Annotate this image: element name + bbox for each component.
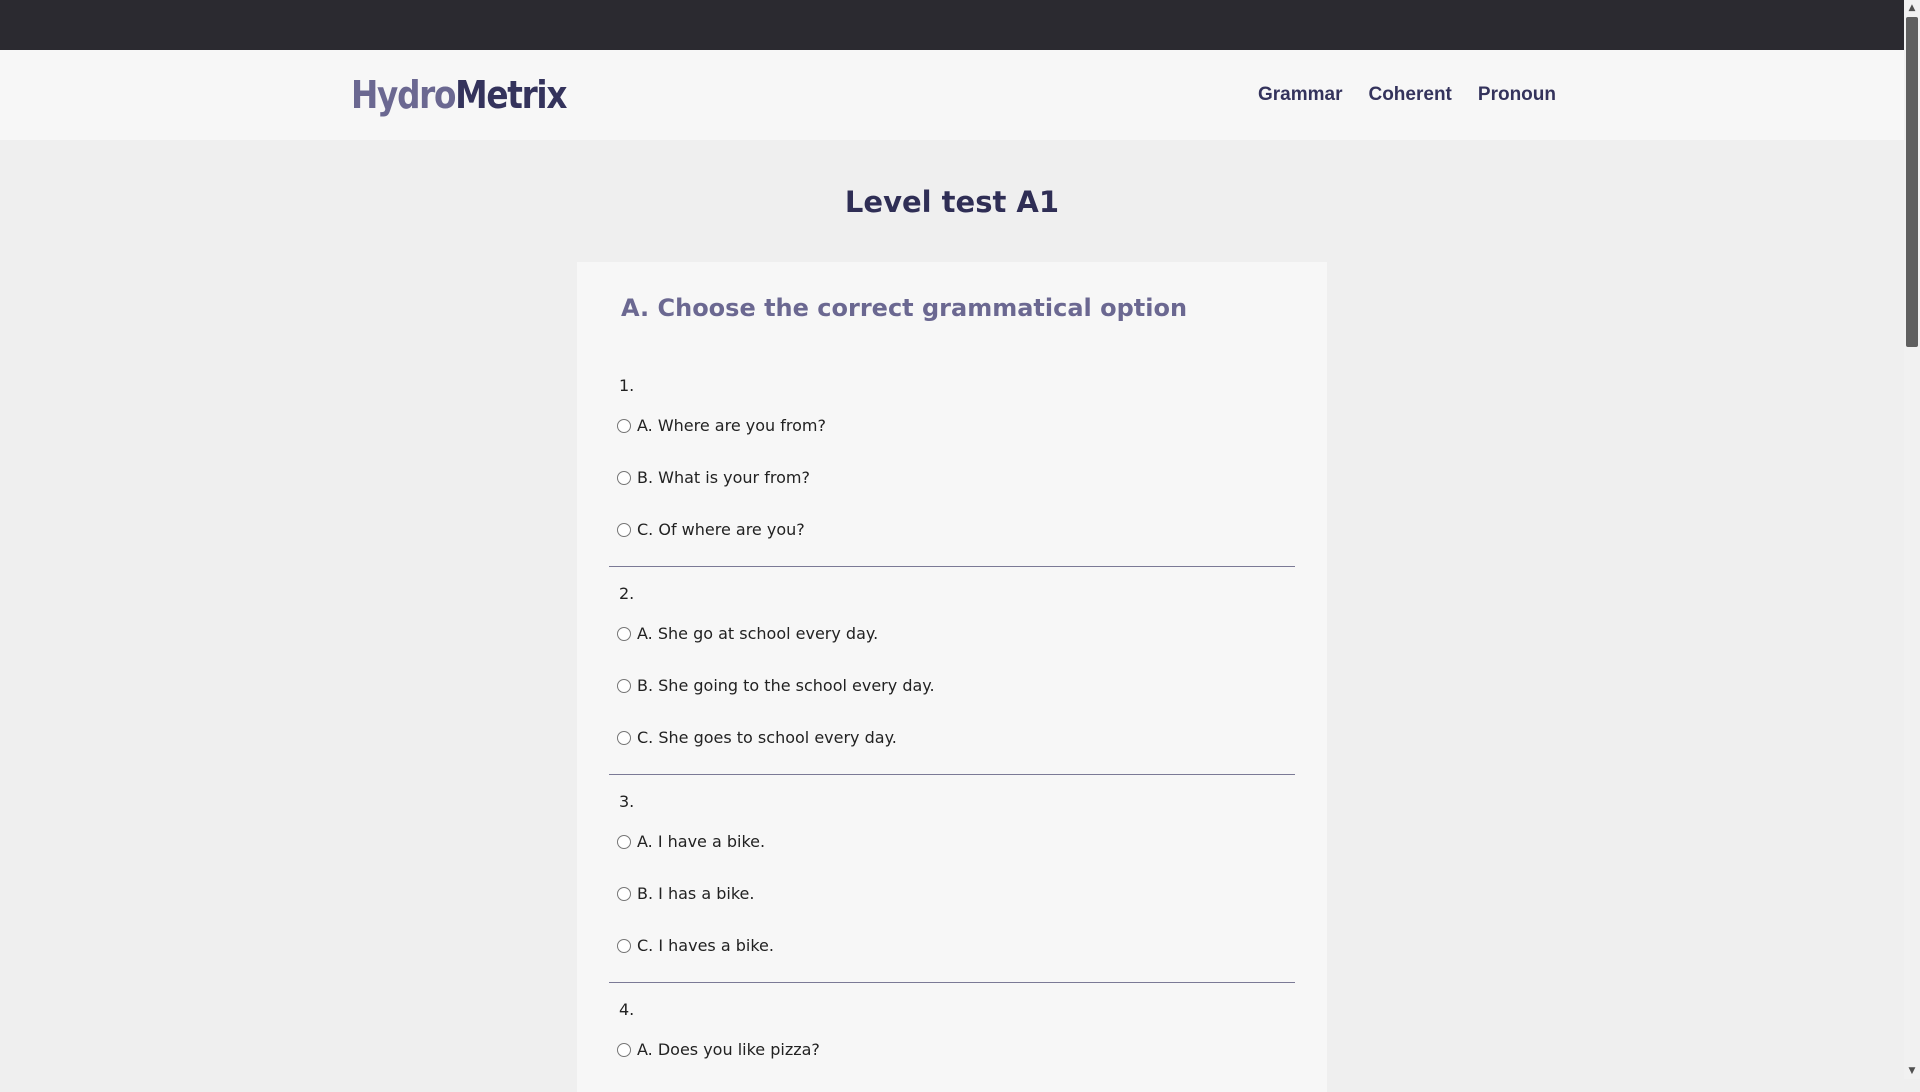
question-divider (609, 566, 1295, 567)
question-1-option-b[interactable]: B. What is your from? (617, 468, 810, 487)
radio-button[interactable] (617, 938, 631, 953)
brand-logo-part1: Hydro (351, 73, 456, 117)
question-1-option-c[interactable]: C. Of where are you? (617, 520, 805, 539)
question-divider (609, 982, 1295, 983)
quiz-card: A. Choose the correct grammatical option… (577, 262, 1327, 1092)
page-scrollbar[interactable]: ▲ ▼ (1904, 0, 1920, 1079)
radio-button[interactable] (617, 626, 631, 641)
question-number: 4. (619, 1000, 635, 1019)
question-2-option-b[interactable]: B. She going to the school every day. (617, 676, 935, 695)
question-4-option-a[interactable]: A. Does you like pizza? (617, 1040, 820, 1059)
nav-item-pronoun[interactable]: Pronoun (1478, 84, 1556, 106)
radio-button[interactable] (617, 470, 631, 485)
option-label: B. I has a bike. (637, 884, 755, 903)
site-header: HydroMetrix Grammar Coherent Pronoun (0, 50, 1904, 140)
question-2-option-c[interactable]: C. She goes to school every day. (617, 728, 897, 747)
option-label: A. Does you like pizza? (637, 1040, 820, 1059)
option-label: C. Of where are you? (637, 520, 805, 539)
radio-button[interactable] (617, 678, 631, 693)
radio-button[interactable] (617, 834, 631, 849)
question-1-option-a[interactable]: A. Where are you from? (617, 416, 826, 435)
brand-logo[interactable]: HydroMetrix (351, 72, 567, 118)
nav-item-grammar[interactable]: Grammar (1258, 84, 1343, 106)
question-number: 2. (619, 584, 635, 603)
scroll-down-arrow-icon[interactable]: ▼ (1904, 1063, 1920, 1079)
question-number: 3. (619, 792, 635, 811)
scrollbar-thumb[interactable] (1906, 17, 1918, 347)
option-label: A. She go at school every day. (637, 624, 879, 643)
nav-item-coherent[interactable]: Coherent (1368, 84, 1451, 106)
option-label: C. I haves a bike. (637, 936, 774, 955)
option-label: B. She going to the school every day. (637, 676, 935, 695)
question-3-option-b[interactable]: B. I has a bike. (617, 884, 754, 903)
option-label: C. She goes to school every day. (637, 728, 897, 747)
option-label: B. What is your from? (637, 468, 810, 487)
question-2-option-a[interactable]: A. She go at school every day. (617, 624, 878, 643)
section-title: A. Choose the correct grammatical option (621, 294, 1188, 322)
question-3-option-c[interactable]: C. I haves a bike. (617, 936, 774, 955)
radio-button[interactable] (617, 522, 631, 537)
question-divider (609, 774, 1295, 775)
brand-logo-part2: Metrix (455, 73, 567, 117)
radio-button[interactable] (617, 418, 631, 433)
radio-button[interactable] (617, 730, 631, 745)
browser-top-bar (0, 0, 1904, 50)
option-label: A. I have a bike. (637, 832, 766, 851)
page-title: Level test A1 (844, 185, 1060, 219)
scroll-up-arrow-icon[interactable]: ▲ (1904, 0, 1920, 16)
question-number: 1. (619, 376, 635, 395)
option-label: A. Where are you from? (637, 416, 826, 435)
radio-button[interactable] (617, 886, 631, 901)
question-3-option-a[interactable]: A. I have a bike. (617, 832, 765, 851)
radio-button[interactable] (617, 1042, 631, 1057)
main-nav: Grammar Coherent Pronoun (1232, 84, 1556, 106)
